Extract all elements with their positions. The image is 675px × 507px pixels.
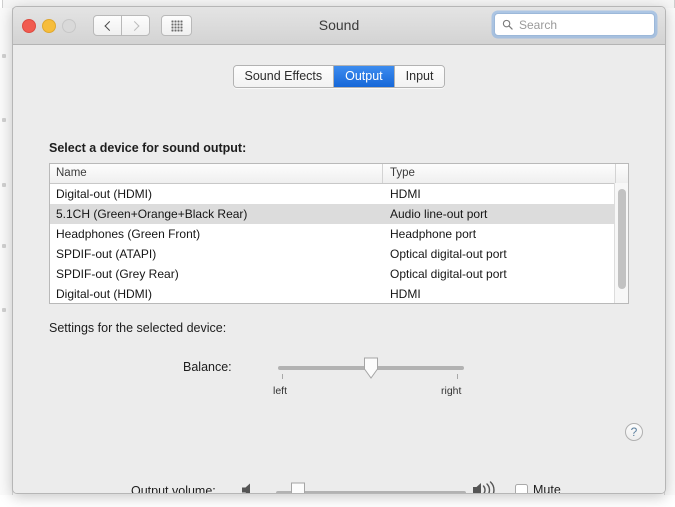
background-sidebar-dot <box>2 54 6 58</box>
output-volume-label: Output volume: <box>131 484 216 494</box>
tab-bar: Sound Effects Output Input <box>13 65 665 88</box>
column-divider <box>615 164 616 183</box>
search-input[interactable] <box>519 14 649 35</box>
balance-slider[interactable] <box>278 355 464 385</box>
table-row-selected[interactable]: 5.1CH (Green+Orange+Black Rear) Audio li… <box>50 204 628 224</box>
column-header-type[interactable]: Type <box>390 167 415 179</box>
device-name: Digital-out (HDMI) <box>56 287 153 301</box>
tab-group: Sound Effects Output Input <box>232 65 446 88</box>
device-type: Optical digital-out port <box>390 247 507 261</box>
mute-checkbox-row[interactable]: Mute <box>515 483 561 494</box>
table-row[interactable]: SPDIF-out (Grey Rear) Optical digital-ou… <box>50 264 628 284</box>
balance-label: Balance: <box>183 360 232 374</box>
background-sidebar-dot <box>2 244 6 248</box>
background-sidebar-dot <box>2 308 6 312</box>
background-sidebar-dot <box>2 183 6 187</box>
device-name: SPDIF-out (Grey Rear) <box>56 267 179 281</box>
device-type: Audio line-out port <box>390 207 488 221</box>
table-header-row: Name Type <box>50 164 628 184</box>
search-icon <box>502 19 513 30</box>
column-divider <box>382 164 383 183</box>
tab-sound-effects[interactable]: Sound Effects <box>233 66 335 87</box>
device-name: Digital-out (HDMI) <box>56 187 153 201</box>
sound-preferences-window: Sound Sound Effects Output Input Select … <box>12 6 666 494</box>
preferences-pane: Sound Effects Output Input Select a devi… <box>13 45 665 493</box>
search-field[interactable] <box>494 13 655 36</box>
speaker-loud-icon <box>473 481 495 493</box>
balance-tick-right <box>457 374 458 379</box>
balance-right-label: right <box>441 385 462 397</box>
balance-tick-left <box>282 374 283 379</box>
settings-label: Settings for the selected device: <box>49 321 227 335</box>
device-type: Headphone port <box>390 227 477 241</box>
mute-label: Mute <box>533 483 561 494</box>
table-scrollbar[interactable] <box>614 183 628 303</box>
table-row[interactable]: SPDIF-out (ATAPI) Optical digital-out po… <box>50 244 628 264</box>
tab-output[interactable]: Output <box>334 66 395 87</box>
help-button[interactable]: ? <box>625 423 643 441</box>
output-volume-thumb[interactable] <box>290 482 306 494</box>
device-type: HDMI <box>390 187 421 201</box>
balance-slider-thumb[interactable] <box>363 357 379 379</box>
device-name: Headphones (Green Front) <box>56 227 201 241</box>
table-row[interactable]: Digital-out (HDMI) HDMI <box>50 184 628 204</box>
device-name: SPDIF-out (ATAPI) <box>56 247 157 261</box>
table-row[interactable]: Digital-out (HDMI) HDMI <box>50 284 628 303</box>
balance-left-label: left <box>273 385 288 397</box>
column-header-name[interactable]: Name <box>56 167 87 179</box>
mute-checkbox[interactable] <box>515 483 528 493</box>
device-type: Optical digital-out port <box>390 267 507 281</box>
table-body: Digital-out (HDMI) HDMI 5.1CH (Green+Ora… <box>50 184 628 303</box>
device-type: HDMI <box>390 287 421 301</box>
select-device-label: Select a device for sound output: <box>49 141 247 155</box>
table-scrollbar-thumb[interactable] <box>618 189 626 289</box>
tab-input[interactable]: Input <box>394 66 445 87</box>
speaker-quiet-icon <box>242 483 250 493</box>
table-row[interactable]: Headphones (Green Front) Headphone port <box>50 224 628 244</box>
window-titlebar: Sound <box>13 7 665 45</box>
device-table[interactable]: Name Type Digital-out (HDMI) HDMI 5.1CH … <box>49 163 629 304</box>
device-name: 5.1CH (Green+Orange+Black Rear) <box>56 207 248 221</box>
background-sidebar-dot <box>2 118 6 122</box>
output-volume-slider[interactable] <box>276 481 466 494</box>
